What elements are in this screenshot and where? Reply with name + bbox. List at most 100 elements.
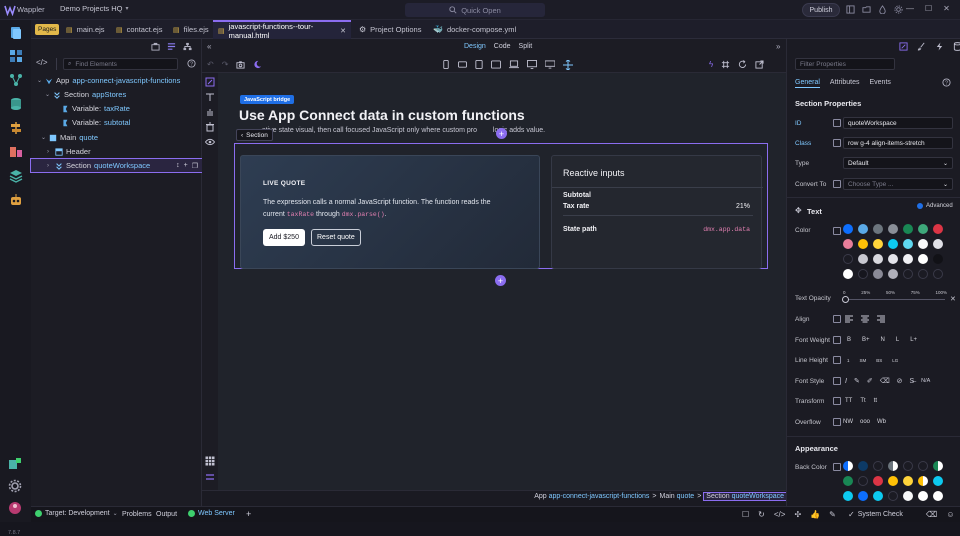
laptop-icon[interactable] [509, 60, 519, 70]
output-button[interactable]: Output [156, 511, 177, 518]
collapse-right-icon[interactable]: » [776, 42, 780, 51]
color-swatch[interactable] [858, 254, 868, 264]
add-terminal-icon[interactable]: + [246, 509, 251, 519]
puzzle-icon[interactable]: ✣ [794, 510, 801, 519]
bind-icon[interactable] [833, 377, 841, 385]
external-link-icon[interactable] [755, 60, 764, 69]
filter-properties-input[interactable]: Filter Properties [795, 58, 895, 70]
workflow-icon[interactable] [8, 72, 23, 87]
reset-quote-button[interactable]: Reset quote [311, 229, 361, 246]
wide-desktop-icon[interactable] [545, 60, 555, 70]
font-style-na[interactable]: N/A [921, 378, 930, 384]
tablet-landscape-icon[interactable] [491, 60, 501, 70]
tree-row-variable-subtotal[interactable]: Variable: subtotal [31, 116, 202, 129]
breadcrumb-item-section[interactable]: Section quoteWorkspace [703, 492, 787, 501]
tab-attributes[interactable]: Attributes [830, 79, 860, 88]
color-swatch[interactable] [873, 254, 883, 264]
brush-icon[interactable] [917, 42, 926, 51]
weight-bold[interactable]: B [847, 337, 851, 343]
duplicate-icon[interactable]: ❐ [192, 162, 198, 170]
add-250-button[interactable]: Add $250 [263, 229, 305, 246]
project-selector[interactable]: Demo Projects HQ ▾ [60, 4, 129, 13]
color-swatch[interactable] [873, 224, 883, 234]
quick-open-button[interactable]: Quick Open [405, 3, 545, 17]
color-swatch[interactable] [873, 461, 883, 471]
color-swatch[interactable] [903, 239, 913, 249]
color-swatch[interactable] [918, 476, 928, 486]
database-icon[interactable] [8, 96, 23, 111]
color-swatch[interactable] [843, 269, 853, 279]
convert-select[interactable]: Choose Type ... ⌄ [843, 178, 953, 190]
tab-events[interactable]: Events [869, 79, 890, 88]
close-icon[interactable]: ✕ [943, 4, 950, 13]
code-view-icon[interactable]: </> [36, 58, 48, 67]
clear-icon[interactable]: ✕ [950, 295, 956, 303]
tab-main-ejs[interactable]: ▤ main.ejs [61, 20, 110, 39]
layers-icon[interactable] [8, 168, 23, 183]
tab-code[interactable]: Code [494, 43, 511, 50]
pages-icon[interactable] [8, 25, 23, 40]
lh-lg[interactable]: LG [892, 358, 898, 363]
color-swatch[interactable] [903, 461, 913, 471]
system-check-button[interactable]: ✓ System Check [848, 510, 903, 519]
color-swatch[interactable] [858, 491, 868, 501]
refresh-icon[interactable] [738, 60, 747, 69]
color-swatch[interactable] [903, 269, 913, 279]
color-swatch[interactable] [873, 491, 883, 501]
hand-tool-icon[interactable] [205, 107, 215, 117]
brush-icon[interactable]: ✎ [829, 510, 836, 519]
phone-landscape-icon[interactable] [458, 60, 467, 70]
opacity-slider-handle[interactable] [842, 296, 849, 303]
edit-mode-icon[interactable] [205, 77, 215, 87]
tab-contact-ejs[interactable]: ▤ contact.ejs [111, 20, 167, 39]
list-icon[interactable] [167, 42, 176, 51]
color-swatch[interactable] [918, 491, 928, 501]
color-swatch[interactable] [888, 491, 898, 501]
selection-tag[interactable]: ‹ Section [236, 129, 273, 141]
color-swatch[interactable] [903, 491, 913, 501]
breadcrumb-item-app[interactable]: App app-connect-javascript-functions [534, 493, 649, 500]
color-swatch[interactable] [933, 461, 943, 471]
transform-uppercase[interactable]: TT [845, 398, 852, 404]
problems-button[interactable]: Problems [122, 511, 152, 518]
align-left-icon[interactable] [845, 315, 853, 323]
color-swatch[interactable] [873, 269, 883, 279]
insert-before-icon[interactable]: + [496, 128, 507, 139]
trash-icon[interactable] [205, 122, 215, 132]
collapse-left-icon[interactable]: « [207, 42, 211, 51]
align-center-icon[interactable] [861, 315, 869, 323]
bind-icon[interactable] [833, 139, 841, 147]
bind-icon[interactable] [833, 315, 841, 323]
tree-icon[interactable] [183, 42, 192, 51]
color-swatch[interactable] [843, 476, 853, 486]
panel-icon[interactable] [846, 5, 855, 14]
square-icon[interactable]: ☐ [742, 510, 749, 519]
lh-bs[interactable]: BS [876, 358, 882, 363]
component-icon[interactable] [151, 42, 160, 51]
tree-row-section-quoteworkspace[interactable]: › Section quoteWorkspace ↕ + ❐ [30, 158, 203, 173]
grid-toggle-icon[interactable] [205, 456, 215, 466]
color-swatch[interactable] [933, 239, 943, 249]
color-swatch[interactable] [903, 224, 913, 234]
color-swatch[interactable] [873, 239, 883, 249]
bind-icon[interactable] [833, 336, 841, 344]
type-select[interactable]: Default ⌄ [843, 157, 953, 169]
settings-gear-icon[interactable] [7, 478, 23, 493]
weight-bolder[interactable]: B+ [862, 337, 870, 343]
maximize-icon[interactable]: ☐ [925, 4, 932, 13]
camera-icon[interactable] [236, 60, 245, 69]
insert-after-icon[interactable]: + [495, 275, 506, 286]
highlighter-icon[interactable]: ✐ [867, 377, 873, 385]
close-tab-icon[interactable]: ✕ [340, 27, 346, 35]
code-icon[interactable]: </> [774, 510, 786, 519]
align-icon[interactable] [205, 472, 215, 482]
class-field[interactable]: row g-4 align-items-stretch [843, 137, 953, 149]
trash-icon[interactable]: ⌫ [926, 510, 937, 519]
color-swatch[interactable] [858, 239, 868, 249]
weight-light[interactable]: L [896, 337, 899, 343]
flash-icon[interactable] [935, 42, 944, 51]
undo-icon[interactable]: ↶ [207, 60, 214, 69]
eye-icon[interactable] [205, 137, 215, 147]
color-swatch[interactable] [903, 254, 913, 264]
bind-icon[interactable] [833, 463, 841, 471]
